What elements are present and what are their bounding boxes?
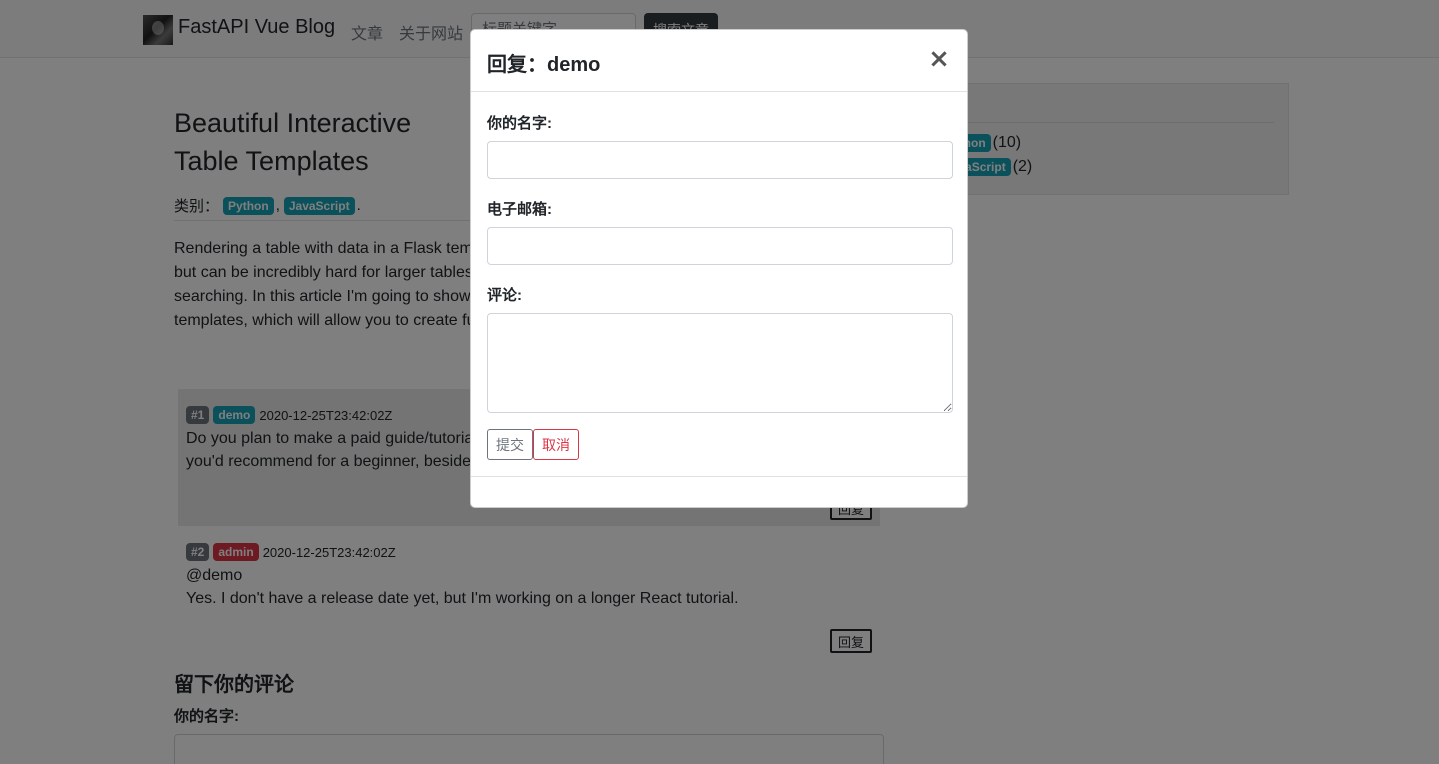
modal-title: 回复：demo xyxy=(487,54,601,76)
modal-header: 回复：demo × xyxy=(471,30,967,92)
submit-button[interactable]: 提交 xyxy=(487,429,533,460)
name-label: 你的名字: xyxy=(487,115,552,132)
name-field[interactable] xyxy=(487,141,953,179)
close-icon[interactable]: × xyxy=(925,44,953,74)
email-field[interactable] xyxy=(487,227,953,265)
comment-label: 评论: xyxy=(487,287,522,304)
cancel-button[interactable]: 取消 xyxy=(533,429,579,460)
email-label: 电子邮箱: xyxy=(487,201,552,218)
reply-modal: 回复：demo × 你的名字: 电子邮箱: 评论: 提交 取消 xyxy=(470,29,968,508)
modal-footer-divider xyxy=(471,476,967,477)
comment-textarea[interactable] xyxy=(487,313,953,413)
